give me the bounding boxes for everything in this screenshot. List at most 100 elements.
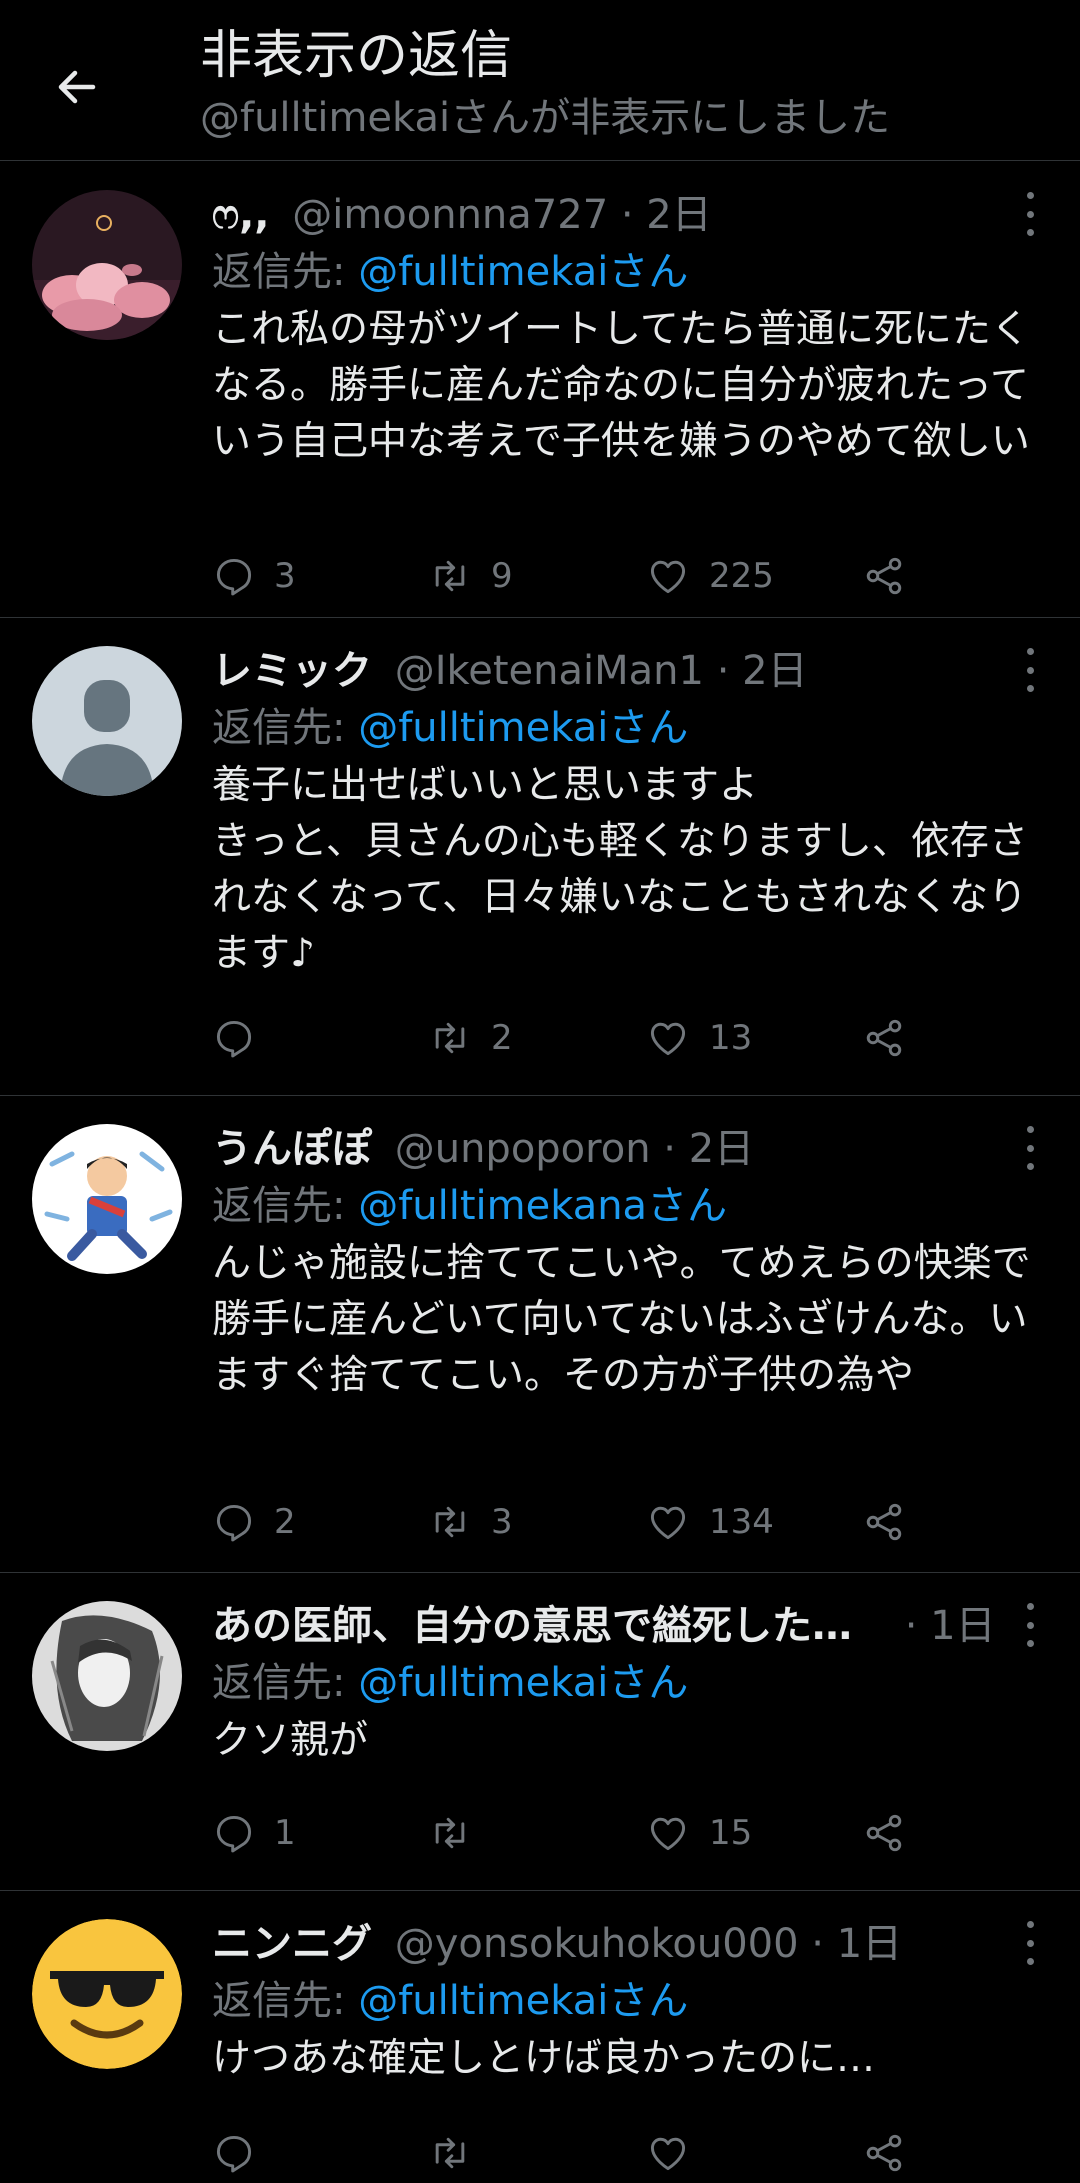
tweet-header: あの医師、自分の意思で縊死した… · 1日 bbox=[212, 1597, 1012, 1655]
retweet-icon bbox=[435, 560, 465, 592]
display-name[interactable]: レミック bbox=[212, 648, 372, 694]
heart-icon bbox=[650, 2137, 686, 2171]
retweet-icon bbox=[435, 1817, 465, 1849]
reply-to-line: 返信先: @fulltimekaiさん bbox=[212, 1973, 688, 2029]
reply-count: 2 bbox=[274, 1502, 296, 1542]
reply-icon bbox=[216, 2135, 252, 2173]
share-icon bbox=[866, 1019, 902, 1057]
like-button[interactable]: 15 bbox=[645, 1803, 752, 1863]
reply-button[interactable]: 2 bbox=[212, 1492, 296, 1552]
retweet-icon bbox=[435, 1506, 465, 1538]
reply-button[interactable] bbox=[212, 1008, 274, 1068]
user-handle[interactable]: @yonsokuhokou000 bbox=[395, 1921, 799, 1967]
avatar[interactable] bbox=[32, 1919, 182, 2069]
heart-icon bbox=[650, 1817, 686, 1851]
tweet-text: 養子に出せばいいと思いますよ きっと、貝さんの心も軽くなりますし、依存されなくな… bbox=[212, 763, 1028, 976]
more-options-button[interactable] bbox=[1020, 1603, 1040, 1647]
tweet-text: これ私の母がツイートしてたら普通に死にたくなる。勝手に産んだ命なのに自分が疲れた… bbox=[212, 307, 1030, 464]
tweet[interactable]: ニンニグ @yonsokuhokou000 · 1日 返信先: @fulltim… bbox=[0, 1891, 1080, 2173]
top-bar: 非表示の返信 @fulltimekaiさんが非表示にしました bbox=[0, 0, 1080, 161]
user-handle[interactable]: @unpoporon bbox=[395, 1126, 651, 1172]
tweet-header: ニンニグ @yonsokuhokou000 · 1日 bbox=[212, 1915, 1012, 1973]
like-button[interactable]: 225 bbox=[645, 546, 774, 606]
action-bar: 3 9 225 bbox=[212, 546, 1032, 606]
display-name[interactable]: ෆ,, bbox=[212, 192, 269, 238]
avatar[interactable] bbox=[32, 646, 182, 796]
like-button[interactable]: 134 bbox=[645, 1492, 774, 1552]
retweet-button[interactable]: 3 bbox=[427, 1492, 513, 1552]
reply-count: 3 bbox=[274, 556, 296, 596]
retweet-count: 9 bbox=[491, 556, 513, 596]
like-button[interactable]: 13 bbox=[645, 1008, 752, 1068]
tweet-text: クソ親が bbox=[212, 1718, 369, 1763]
reply-icon bbox=[216, 1815, 252, 1853]
timestamp[interactable]: · 2日 bbox=[621, 192, 712, 238]
more-options-button[interactable] bbox=[1020, 192, 1040, 236]
tweet[interactable]: レミック @IketenaiMan1 · 2日 返信先: @fulltimeka… bbox=[0, 618, 1080, 1096]
tweet[interactable]: ෆ,, @imoonnna727 · 2日 返信先: @fulltimekaiさ… bbox=[0, 162, 1080, 618]
reply-to-line: 返信先: @fulltimekanaさん bbox=[212, 1178, 727, 1234]
timestamp[interactable]: · 1日 bbox=[811, 1921, 902, 1967]
timestamp[interactable]: · 1日 bbox=[905, 1603, 996, 1649]
share-icon bbox=[866, 557, 902, 595]
mention-link[interactable]: @fulltimekaiさん bbox=[358, 1978, 688, 2024]
share-icon bbox=[866, 1814, 902, 1852]
back-button[interactable] bbox=[40, 50, 114, 124]
retweet-button[interactable]: 2 bbox=[427, 1008, 513, 1068]
display-name[interactable]: うんぽぽ bbox=[212, 1126, 372, 1172]
reply-prefix: 返信先: bbox=[212, 1660, 359, 1706]
share-button[interactable] bbox=[862, 1803, 906, 1863]
like-button[interactable] bbox=[645, 2123, 709, 2183]
mention-link[interactable]: @fulltimekaiさん bbox=[358, 1660, 688, 1706]
retweet-button[interactable]: 9 bbox=[427, 546, 513, 606]
action-bar: 1 15 bbox=[212, 1803, 1032, 1863]
heart-icon bbox=[650, 1506, 686, 1540]
avatar[interactable] bbox=[32, 190, 182, 340]
display-name[interactable]: あの医師、自分の意思で縊死した… bbox=[212, 1603, 852, 1649]
user-handle[interactable]: @imoonnna727 bbox=[292, 192, 608, 238]
retweet-count: 3 bbox=[491, 1502, 513, 1542]
reply-icon bbox=[216, 1504, 252, 1542]
like-count: 15 bbox=[709, 1813, 753, 1853]
mention-link[interactable]: @fulltimekaiさん bbox=[358, 705, 688, 751]
avatar-image bbox=[32, 1601, 182, 1751]
avatar[interactable] bbox=[32, 1601, 182, 1751]
reply-button[interactable] bbox=[212, 2123, 274, 2183]
more-options-button[interactable] bbox=[1020, 1126, 1040, 1170]
reply-prefix: 返信先: bbox=[212, 249, 359, 295]
retweet-icon bbox=[435, 2137, 465, 2169]
reply-prefix: 返信先: bbox=[212, 1183, 359, 1229]
tweet[interactable]: うんぽぽ @unpoporon · 2日 返信先: @fulltimekanaさ… bbox=[0, 1096, 1080, 1573]
reply-button[interactable]: 3 bbox=[212, 546, 296, 606]
retweet-button[interactable] bbox=[427, 2123, 491, 2183]
reply-to-line: 返信先: @fulltimekaiさん bbox=[212, 244, 688, 300]
mention-link[interactable]: @fulltimekanaさん bbox=[358, 1183, 727, 1229]
more-options-button[interactable] bbox=[1020, 1921, 1040, 1965]
mention-link[interactable]: @fulltimekaiさん bbox=[358, 249, 688, 295]
tweet-text: んじゃ施設に捨ててこいや。てめえらの快楽で勝手に産んどいて向いてないはふざけんな… bbox=[212, 1241, 1031, 1398]
reply-prefix: 返信先: bbox=[212, 1978, 359, 2024]
user-handle[interactable]: @IketenaiMan1 bbox=[395, 648, 704, 694]
timestamp[interactable]: · 2日 bbox=[717, 648, 808, 694]
more-options-button[interactable] bbox=[1020, 648, 1040, 692]
reply-icon bbox=[216, 558, 252, 596]
reply-button[interactable]: 1 bbox=[212, 1803, 296, 1863]
display-name[interactable]: ニンニグ bbox=[212, 1921, 372, 1967]
reply-icon bbox=[216, 1020, 252, 1058]
timestamp[interactable]: · 2日 bbox=[663, 1126, 754, 1172]
like-count: 225 bbox=[709, 556, 774, 596]
tweet[interactable]: あの医師、自分の意思で縊死した… · 1日 返信先: @fulltimekaiさ… bbox=[0, 1573, 1080, 1891]
default-avatar-image bbox=[32, 646, 182, 796]
share-button[interactable] bbox=[862, 1008, 906, 1068]
share-button[interactable] bbox=[862, 2123, 906, 2183]
share-button[interactable] bbox=[862, 1492, 906, 1552]
share-button[interactable] bbox=[862, 546, 906, 606]
action-bar: 2 13 bbox=[212, 1008, 1032, 1068]
share-icon bbox=[866, 1503, 902, 1541]
share-icon bbox=[866, 2134, 902, 2172]
tweet-text: けつあな確定しとけば良かったのに… bbox=[212, 2036, 876, 2081]
like-count: 134 bbox=[709, 1502, 774, 1542]
avatar[interactable] bbox=[32, 1124, 182, 1274]
sunglasses-face-avatar bbox=[32, 1919, 182, 2069]
retweet-button[interactable] bbox=[427, 1803, 491, 1863]
